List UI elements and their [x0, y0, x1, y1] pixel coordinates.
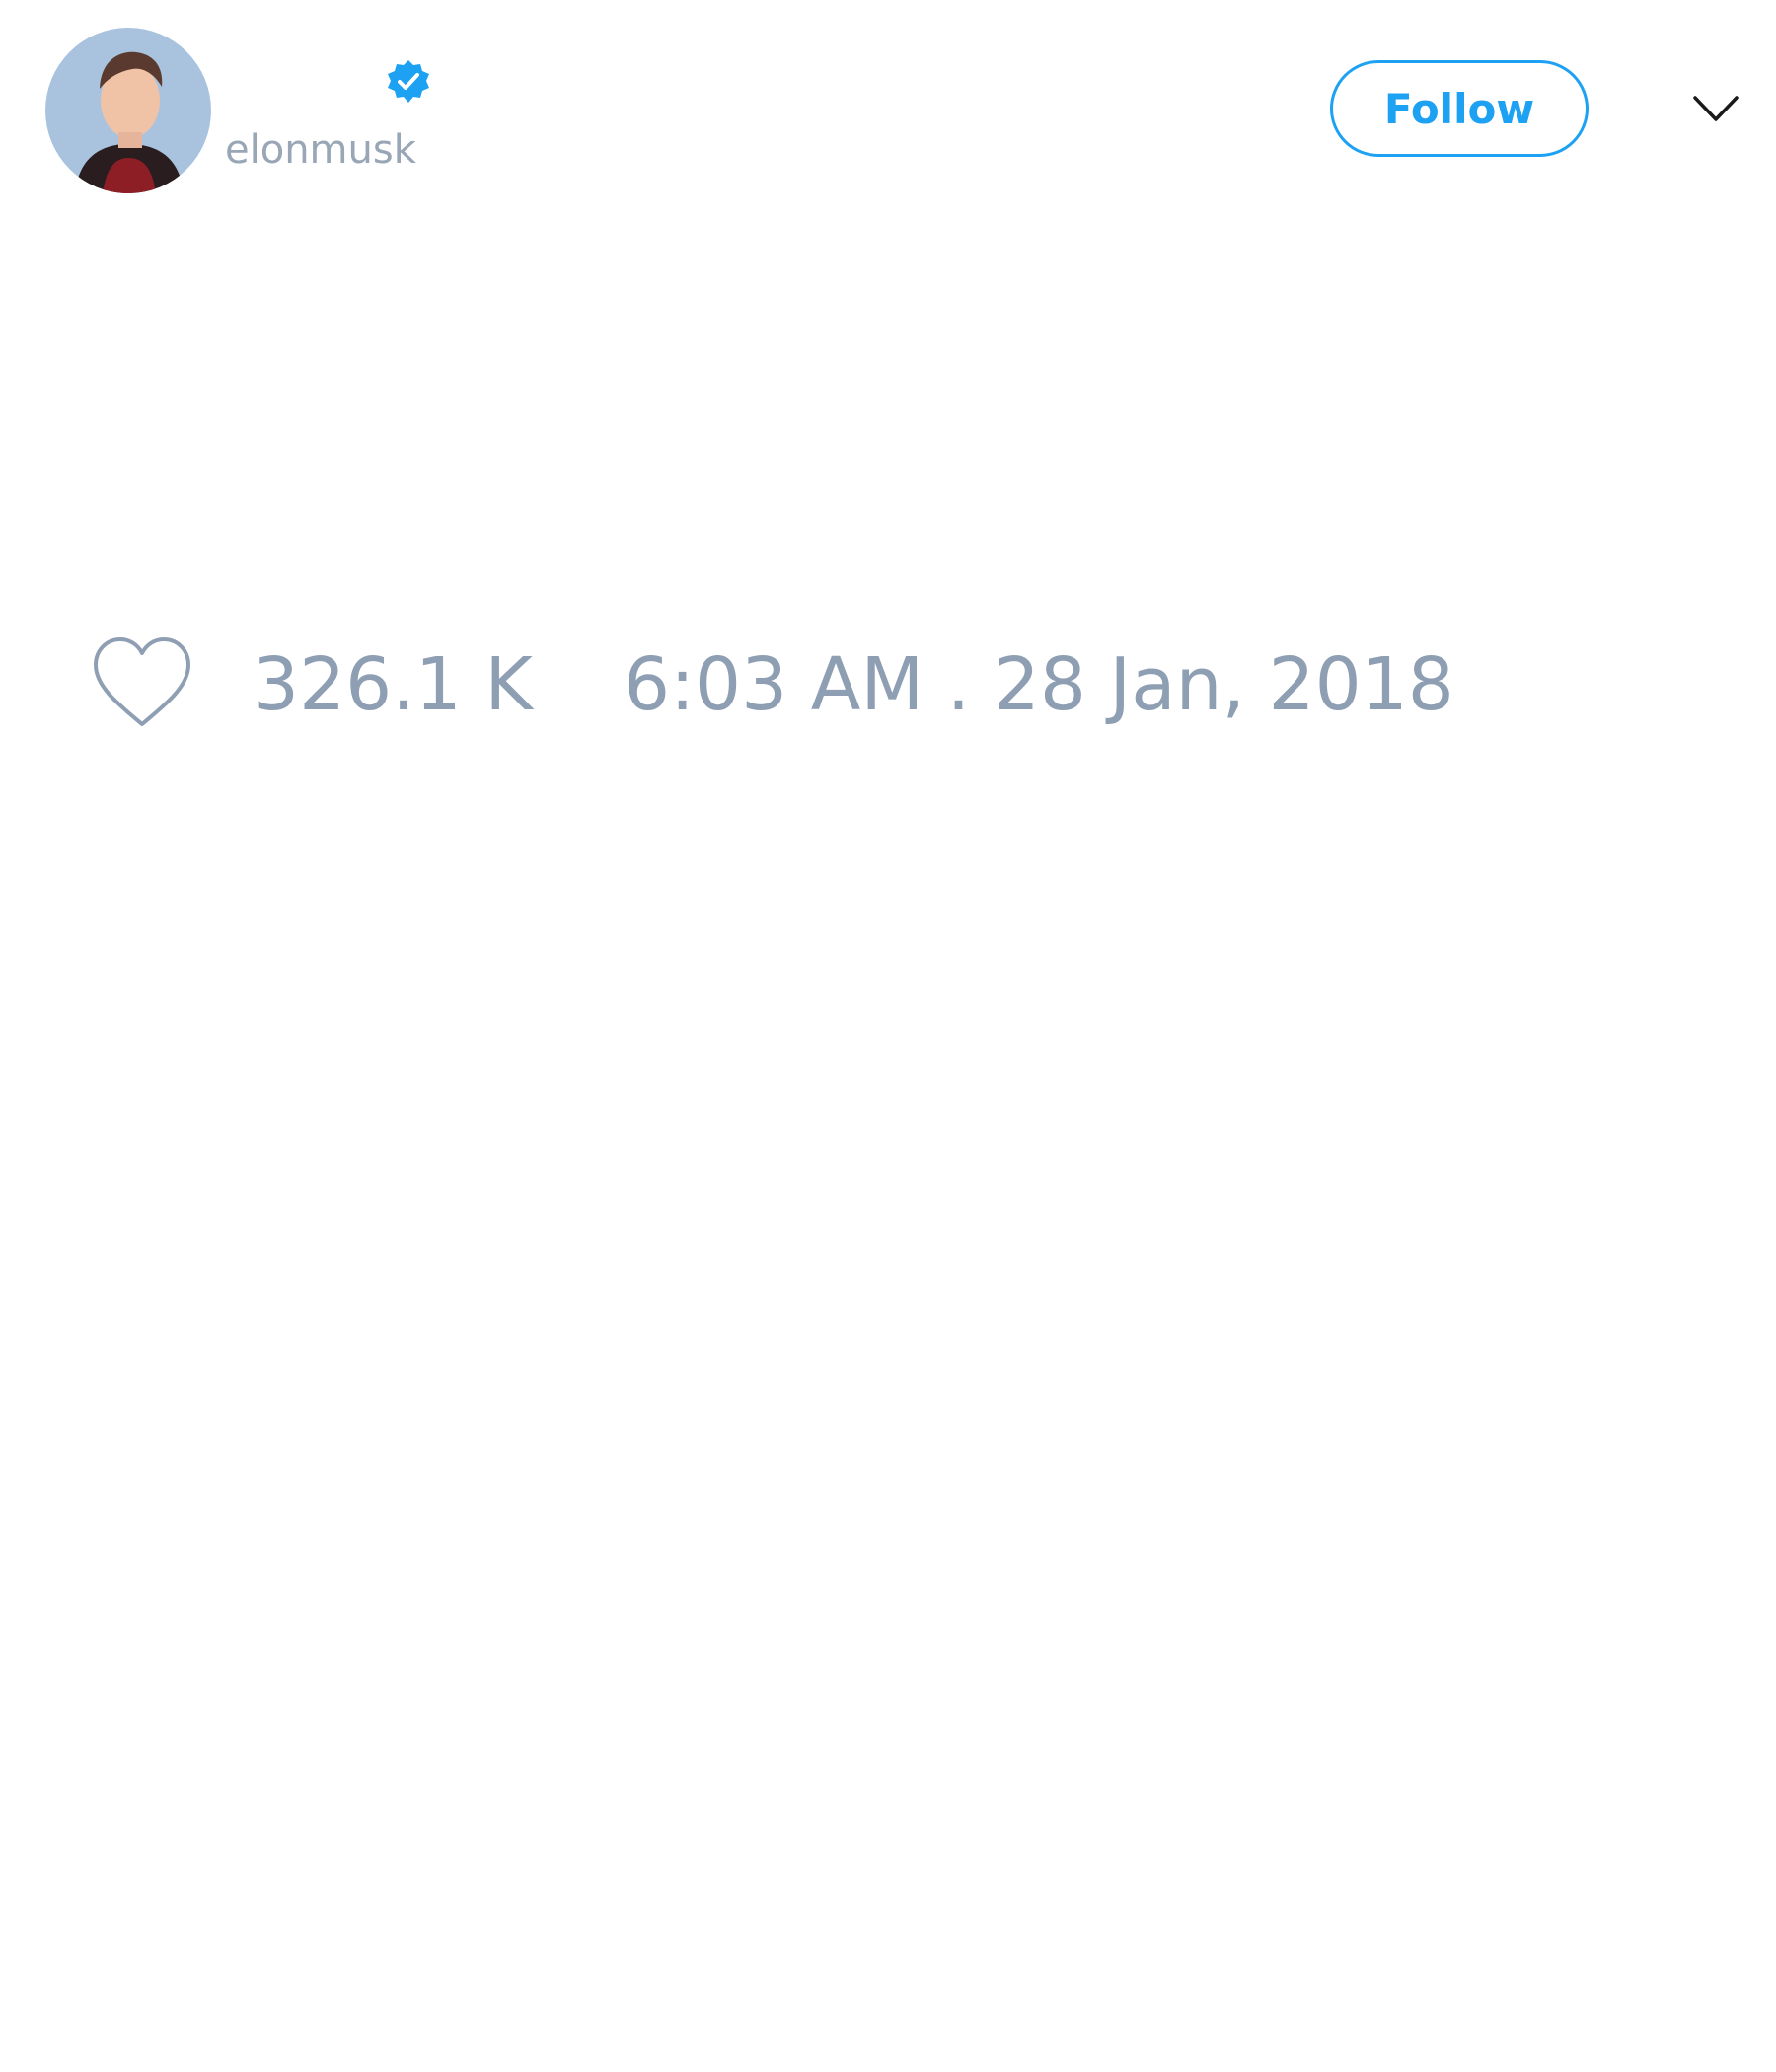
follow-button[interactable]: Follow [1330, 60, 1589, 157]
author-handle[interactable]: elonmusk [225, 126, 416, 174]
avatar-image [45, 28, 211, 193]
heart-icon[interactable] [90, 635, 194, 730]
avatar[interactable] [45, 28, 211, 193]
like-count: 326.1 K [253, 642, 533, 727]
chevron-down-icon[interactable] [1691, 90, 1740, 129]
tweet-timestamp[interactable]: 6:03 AM . 28 Jan, 2018 [624, 641, 1454, 728]
verified-badge-icon [385, 58, 432, 106]
